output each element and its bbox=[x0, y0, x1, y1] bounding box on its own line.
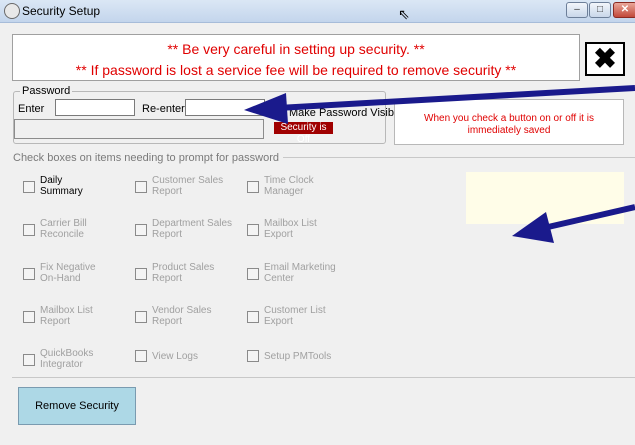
minimize-button[interactable]: – bbox=[566, 2, 588, 18]
checkbox-label-vendor-sales: Vendor Sales Report bbox=[152, 305, 212, 327]
notice-line-2: immediately saved bbox=[467, 125, 551, 136]
checkbox-setup-pmtools[interactable] bbox=[247, 350, 259, 362]
window-title: Security Setup bbox=[22, 4, 101, 18]
checkbox-label-time-clock: Time Clock Manager bbox=[264, 175, 314, 197]
maximize-icon: □ bbox=[596, 4, 604, 15]
checkbox-label-quickbooks: QuickBooks Integrator bbox=[40, 348, 94, 370]
reenter-label: Re-enter bbox=[142, 103, 185, 115]
checkbox-customer-list[interactable] bbox=[247, 311, 259, 323]
app-icon bbox=[4, 3, 20, 19]
checkbox-label-email-marketing: Email Marketing Center bbox=[264, 262, 336, 284]
checkbox-email-marketing[interactable] bbox=[247, 268, 259, 280]
checkbox-label-customer-list: Customer List Export bbox=[264, 305, 326, 327]
checkbox-label-daily-summary: Daily Summary bbox=[40, 175, 83, 197]
checkbox-customer-sales[interactable] bbox=[135, 181, 147, 193]
checkbox-label-customer-sales: Customer Sales Report bbox=[152, 175, 224, 197]
enter-label: Enter bbox=[18, 103, 45, 115]
checkbox-carrier-bill[interactable] bbox=[23, 224, 35, 236]
checkbox-daily-summary[interactable] bbox=[23, 181, 35, 193]
warning-line-1: ** Be very careful in setting up securit… bbox=[167, 41, 425, 57]
checkbox-view-logs[interactable] bbox=[135, 350, 147, 362]
checkbox-quickbooks[interactable] bbox=[23, 354, 35, 366]
cursor-icon: ⇖ bbox=[398, 6, 410, 22]
checkbox-label-carrier-bill: Carrier Bill Reconcile bbox=[40, 218, 87, 240]
password-bar[interactable] bbox=[14, 119, 264, 139]
password-legend: Password bbox=[20, 85, 73, 97]
checkbox-product-sales[interactable] bbox=[135, 268, 147, 280]
title-bar: Security Setup – □ ✕ bbox=[0, 0, 635, 23]
close-form-button[interactable]: ✖ bbox=[585, 42, 625, 76]
warning-banner: ** Be very careful in setting up securit… bbox=[12, 34, 580, 81]
checkbox-label-department-sales: Department Sales Report bbox=[152, 218, 233, 240]
security-status-badge: Security is Off bbox=[274, 122, 333, 145]
highlight-box bbox=[466, 172, 624, 224]
warning-line-2: ** If password is lost a service fee wil… bbox=[75, 62, 517, 78]
minimize-icon: – bbox=[574, 4, 580, 15]
checkbox-label-mailbox-list-export: Mailbox List Export bbox=[264, 218, 317, 240]
checkbox-vendor-sales[interactable] bbox=[135, 311, 147, 323]
make-password-visible-label[interactable]: Make Password Visible bbox=[289, 107, 403, 119]
save-notice: When you check a button on or off it is … bbox=[394, 99, 624, 145]
checkbox-time-clock[interactable] bbox=[247, 181, 259, 193]
maximize-button[interactable]: □ bbox=[589, 2, 611, 18]
window-close-button[interactable]: ✕ bbox=[613, 2, 635, 18]
checkbox-label-fix-negative: Fix Negative On-Hand bbox=[40, 262, 96, 284]
checkbox-group-header: Check boxes on items needing to prompt f… bbox=[13, 152, 283, 164]
remove-security-button[interactable]: Remove Security bbox=[18, 387, 136, 425]
checkbox-label-view-logs: View Logs bbox=[152, 351, 198, 362]
password-reenter-field[interactable] bbox=[185, 99, 265, 116]
password-enter-field[interactable] bbox=[55, 99, 135, 116]
checkbox-label-setup-pmtools: Setup PMTools bbox=[264, 351, 332, 362]
checkbox-label-product-sales: Product Sales Report bbox=[152, 262, 215, 284]
checkbox-mailbox-list-export[interactable] bbox=[247, 224, 259, 236]
checkbox-fix-negative[interactable] bbox=[23, 268, 35, 280]
close-icon: ✕ bbox=[620, 4, 630, 15]
checkbox-label-mailbox-list-report: Mailbox List Report bbox=[40, 305, 93, 327]
bottom-separator bbox=[12, 377, 635, 378]
checkbox-mailbox-list-report[interactable] bbox=[23, 311, 35, 323]
notice-line-1: When you check a button on or off it is bbox=[424, 113, 594, 124]
checkbox-department-sales[interactable] bbox=[135, 224, 147, 236]
